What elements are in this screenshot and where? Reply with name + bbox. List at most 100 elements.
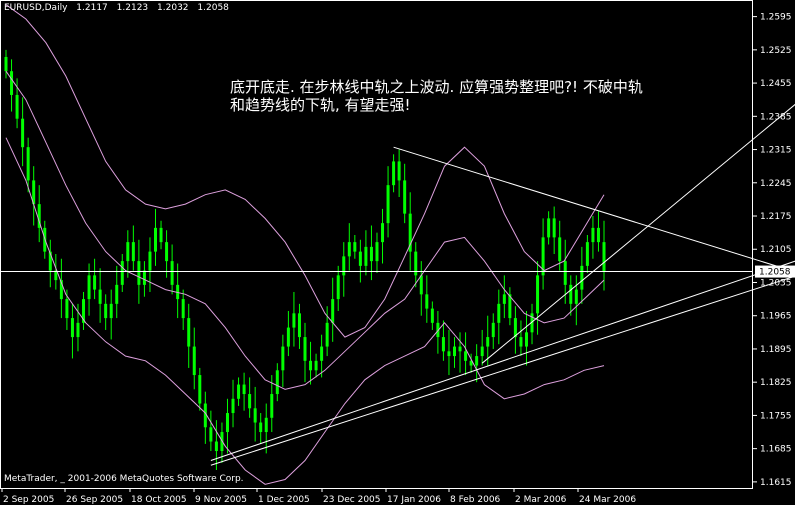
candle-body [187,318,191,347]
candle-body [325,322,329,347]
x-tick-label: 23 Dec 2005 [323,495,381,505]
bollinger-lower-line [5,137,605,485]
candle-body [491,322,495,338]
candle-body [181,299,185,319]
y-tick-label: 1.2105 [760,245,792,255]
x-tick-label: 9 Nov 2005 [195,495,247,505]
chart-header: EURUSD,Daily 1.2117 1.2123 1.2032 1.2058 [4,3,235,13]
candle-body [10,71,14,95]
y-tick-label: 1.2385 [760,112,792,122]
candle-body [303,337,307,361]
candle-body [369,246,373,262]
candle-body [76,322,80,338]
candle-body [441,337,445,352]
candle-body [602,242,606,272]
candle-body [497,303,501,323]
candle-body [585,242,589,266]
x-tick-label: 24 Mar 2006 [579,495,636,505]
candle-body [253,408,257,423]
candle-body [392,161,396,186]
x-tick-label: 1 Dec 2005 [258,495,310,505]
candle-body [347,242,351,257]
candle-body [192,346,196,376]
candle-body [4,56,8,72]
candle-body [309,360,313,371]
candle-body [381,223,385,243]
candle-body [502,294,506,304]
candle-body [596,227,600,243]
candle-body [552,218,556,238]
candle-body [314,360,318,371]
resistance-trendline [393,146,795,273]
candle-body [536,275,540,314]
candle-body [425,294,429,309]
candle-body [126,242,130,262]
candle-body [480,346,484,357]
candle-body [558,237,562,262]
low-value: 1.2032 [157,3,189,13]
candle-body [297,313,301,338]
candle-body [21,118,25,148]
candle-body [574,289,578,304]
x-tick-label: 8 Feb 2006 [450,495,501,505]
y-tick-label: 1.2525 [760,46,792,56]
candle-body [231,398,235,414]
y-tick-label: 1.2035 [760,278,792,288]
price-chart[interactable]: 1.2595 1.2525 1.2455 1.2385 1.2315 1.2245 1.21… [0,0,795,505]
candle-body [198,375,202,404]
candle-body [65,299,69,319]
candle-body [458,346,462,352]
candle-body [275,370,279,395]
candle-body [26,147,30,181]
y-tick-label: 1.2595 [760,13,792,23]
open-value: 1.2117 [76,3,108,13]
candle-body [486,337,490,347]
candle-body [475,356,479,366]
candle-body [331,299,335,323]
candle-body [165,242,169,262]
candle-body [15,94,19,119]
candle-body [419,275,423,295]
candle-body [242,384,246,395]
annotation-line-2: 和趋势线的下轨, 有望走强! [230,96,411,114]
candle-body [386,185,390,224]
y-tick-label: 1.1615 [760,478,792,488]
candle-body [137,261,141,285]
candle-body [264,417,268,433]
x-tick-label: 17 Jan 2006 [387,495,441,505]
candle-body [270,394,274,418]
candle-body [148,251,152,271]
candle-body [154,227,157,252]
candle-body [464,351,468,361]
support-trendline-2 [210,260,795,461]
y-tick-label: 1.1965 [760,312,792,322]
candle-body [563,261,567,285]
high-value: 1.2123 [116,3,149,13]
y-tick-label: 1.1895 [760,345,792,355]
candle-body [580,265,584,290]
x-tick-label: 18 Oct 2005 [131,495,187,505]
candle-body [115,284,119,304]
y-axis: 1.2595 1.2525 1.2455 1.2385 1.2315 1.2245 1.21… [753,13,792,488]
x-tick-label: 2 Sep 2005 [3,495,54,505]
y-tick-label: 1.1685 [760,445,792,455]
candle-body [70,318,74,338]
candle-body [375,242,379,262]
support-trendline-3 [481,103,795,364]
candle-body [358,251,362,266]
x-tick-label: 2 Mar 2006 [515,495,567,505]
candle-body [248,394,252,409]
candle-body [320,346,324,361]
candle-body [104,303,108,319]
candle-body [93,275,97,290]
candle-body [209,427,213,442]
candle-body [591,227,595,243]
candle-body [569,284,573,304]
candle-body [447,351,451,357]
candle-body [281,346,285,371]
candle-body [397,161,401,181]
chart-annotation: 底开底走. 在步林线中轨之上波动. 应算强势整理吧?! 不破中轨 和趋势线的下轨… [230,78,643,114]
candle-body [109,303,113,319]
candle-body [364,246,368,266]
candle-body [524,332,528,347]
